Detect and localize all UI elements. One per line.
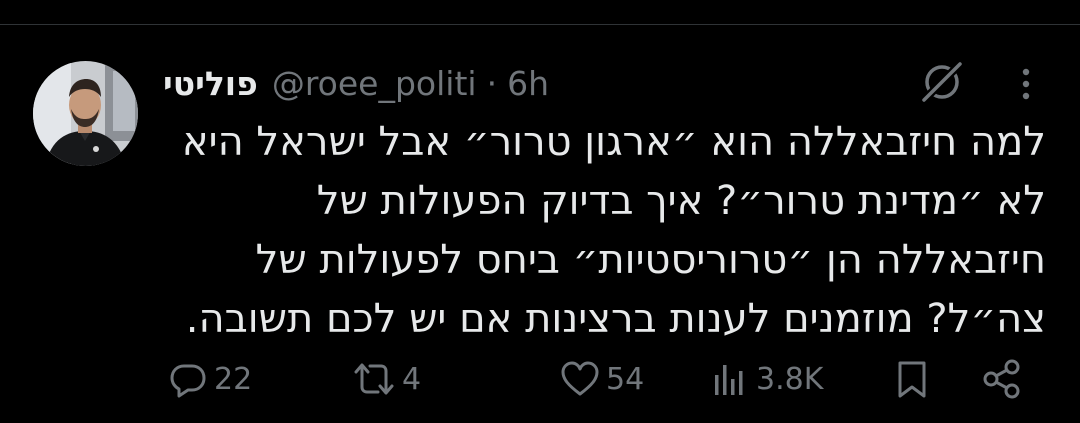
author-handle[interactable]: @roee_politi: [272, 64, 477, 103]
tweet-text-line: למה חיזבאללה הוא ״ארגון טרור״ אבל ישראל …: [181, 119, 1046, 165]
tweet-header: פוליטי @roee_politi · 6h: [163, 60, 549, 106]
repost-count: 4: [402, 361, 422, 397]
reply-button[interactable]: 22: [168, 355, 252, 403]
more-options-icon[interactable]: [1010, 62, 1042, 106]
views-button[interactable]: 3.8K: [710, 355, 823, 403]
tweet-text-line: צה״ל? מוזמנים לענות ברצינות אם יש לכם תש…: [185, 296, 1046, 342]
top-divider: [0, 24, 1080, 25]
avatar-photo: [33, 61, 138, 166]
views-count: 3.8K: [756, 361, 824, 397]
tweet-text-line: לא ״מדינת טרור״? איך בדיוק הפעולות של: [316, 178, 1046, 224]
repost-icon: [352, 359, 396, 399]
reply-count: 22: [214, 361, 253, 397]
share-button[interactable]: [980, 355, 1024, 403]
grok-icon[interactable]: [920, 60, 964, 104]
repost-button[interactable]: 4: [352, 355, 421, 403]
bookmark-button[interactable]: [892, 355, 932, 403]
avatar[interactable]: [33, 61, 138, 166]
header-separator: ·: [486, 63, 498, 103]
tweet-text-line: חיזבאללה הן ״טרוריסטיות״ ביחס לפעולות של: [255, 237, 1046, 283]
share-icon: [980, 357, 1024, 401]
views-chart-icon: [710, 359, 750, 399]
tweet-actions: 22 4 54 3.8K: [0, 355, 1080, 403]
tweet-text: למה חיזבאללה הוא ״ארגון טרור״ אבל ישראל …: [166, 113, 1046, 349]
like-button[interactable]: 54: [560, 355, 644, 403]
heart-icon: [560, 359, 600, 399]
tweet-timestamp[interactable]: 6h: [507, 64, 549, 103]
like-count: 54: [606, 361, 645, 397]
bookmark-icon: [892, 359, 932, 399]
reply-icon: [168, 359, 208, 399]
author-display-name[interactable]: פוליטי: [163, 64, 258, 103]
